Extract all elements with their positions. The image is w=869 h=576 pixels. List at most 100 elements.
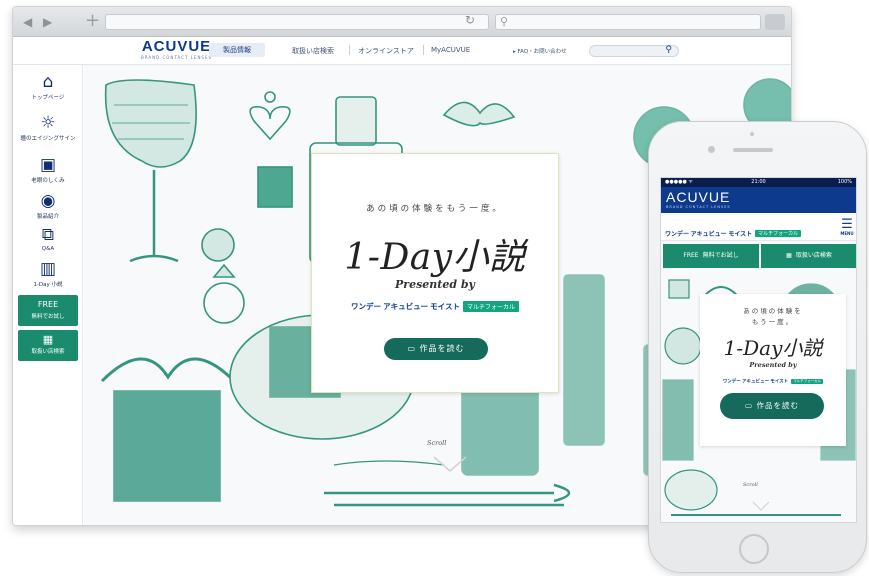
status-bar: ●●●●● ᯤ 21:00 100%	[661, 178, 856, 187]
phone-speaker	[733, 148, 773, 152]
new-tab-plus-icon[interactable]: +	[85, 10, 100, 31]
mobile-header: ACUVUE BRAND CONTACT LENSES	[661, 187, 856, 213]
product-logo: ワンデー アキュビュー モイスト マルチフォーカル	[665, 223, 802, 242]
gem-illustration	[257, 166, 293, 208]
product-name: ワンデー アキュビュー モイスト	[665, 232, 753, 238]
store-icon: ▦	[42, 333, 54, 346]
lightbulb-icon: ☼	[40, 113, 56, 133]
site-top-nav: ACUVUE BRAND CONTACT LENSES 製品情報 取扱い店検索 …	[13, 37, 791, 65]
film-icon: ▣	[39, 155, 57, 175]
nav-online-store[interactable]: オンラインストア	[358, 46, 414, 56]
fork-illustration	[324, 483, 571, 507]
product-badge: マルチフォーカル	[755, 230, 802, 237]
store-search-label: 取扱い店検索	[795, 252, 832, 259]
mobile-product-bar: ワンデー アキュビュー モイスト マルチフォーカル ☰ MENU	[661, 213, 856, 241]
product-badge: マルチフォーカル	[791, 379, 824, 384]
free-badge-icon: FREE	[37, 300, 59, 309]
free-trial-button[interactable]: FREE 無料でお試し	[663, 244, 759, 268]
mobile-cta-row: FREE 無料でお試し ▦ 取扱い店検索	[661, 244, 856, 268]
nav-faq-contact[interactable]: ▸ FAQ・お問い合わせ	[513, 47, 567, 55]
book-icon: ▭	[407, 344, 420, 353]
nav-divider	[349, 45, 350, 55]
hero-title: 1-Day小説	[344, 237, 526, 278]
phone-home-button[interactable]	[739, 534, 769, 564]
browser-toolbar: ◀ ▶ + ↻ ⚲	[13, 7, 791, 37]
hamburger-menu-icon: ☰	[841, 217, 853, 232]
sidebar-item-top[interactable]: ⌂ トップページ	[13, 72, 83, 101]
read-story-label: 作品を読む	[419, 344, 465, 353]
heart-pendant-illustration	[249, 105, 291, 141]
nav-store-search[interactable]: 取扱い店検索	[292, 46, 334, 56]
free-trial-label: 無料でお試し	[31, 314, 65, 320]
sidebar-item-presbyopia[interactable]: ▣ 老眼のしくみ	[13, 155, 83, 184]
sidebar-item-products[interactable]: ◉ 製品紹介	[13, 191, 83, 220]
store-search-button[interactable]: ▦ 取扱い店検索	[761, 244, 856, 268]
sidebar-item-aging-signs[interactable]: ☼ 瞳のエイジングサイン	[13, 113, 83, 142]
book-icon: ▥	[39, 259, 57, 279]
sidebar-item-label: 老眼のしくみ	[31, 178, 65, 184]
free-badge-icon: FREE	[683, 252, 699, 259]
read-story-button[interactable]: ▭ 作品を読む	[720, 393, 824, 419]
store-search-button[interactable]: ▦ 取扱い店検索	[18, 330, 78, 361]
scroll-indicator[interactable]: Scroll	[427, 439, 446, 447]
product-name: ワンデー アキュビュー モイスト	[351, 302, 460, 311]
browser-menu-button[interactable]	[765, 14, 785, 30]
reload-icon[interactable]: ↻	[465, 13, 475, 27]
sidebar-item-label: 製品紹介	[36, 214, 59, 220]
search-icon[interactable]: ⚲	[665, 45, 672, 55]
logo-text: ACUVUE	[666, 189, 731, 205]
search-icon: ⚲	[500, 15, 509, 28]
hero-tagline: あの頃の体験を もう一度。	[700, 306, 846, 328]
free-trial-label: 無料でお試し	[702, 252, 739, 259]
chat-icon: ⧉	[41, 225, 55, 245]
eye-icon: ◉	[40, 191, 56, 211]
sidebar-item-novel[interactable]: ▥ 1-Day 小説	[13, 259, 83, 288]
presented-by-text: Presented by	[395, 278, 475, 291]
browser-search-field[interactable]: ⚲	[495, 14, 761, 30]
mobile-phone-frame: ●●●●● ᯤ 21:00 100% ACUVUE BRAND CONTACT …	[648, 121, 867, 573]
menu-label: MENU	[840, 231, 854, 236]
presented-by-text: Presented by	[749, 361, 797, 369]
wine-glass-illustration	[104, 79, 197, 168]
acuvue-logo[interactable]: ACUVUE BRAND CONTACT LENSES	[141, 39, 213, 61]
phone-camera	[708, 146, 715, 153]
menu-button[interactable]: ☰ MENU	[837, 217, 856, 236]
novel-title-card: あの頃の体験をもう一度。 1-Day小説 Presented by ワンデー ア…	[311, 153, 559, 393]
logo-subtext: BRAND CONTACT LENSES	[141, 55, 213, 60]
left-sidebar: ⌂ トップページ ☼ 瞳のエイジングサイン ▣ 老眼のしくみ ◉ 製品紹介 ⧉ …	[13, 65, 83, 525]
gift-box-illustration	[113, 390, 221, 502]
perfume-bottle-illustration	[335, 96, 377, 146]
hero-tagline-line2: もう一度。	[751, 318, 795, 326]
status-time: 21:00	[751, 179, 766, 185]
back-arrow-icon[interactable]: ◀	[23, 15, 32, 29]
sidebar-item-label: 1-Day 小説	[33, 282, 63, 288]
site-search-input[interactable]: ⚲	[589, 45, 679, 57]
hero-title: 1-Day小説	[723, 336, 823, 360]
product-logo: ワンデー アキュビュー モイスト マルチフォーカル	[312, 296, 558, 315]
acuvue-logo[interactable]: ACUVUE BRAND CONTACT LENSES	[666, 189, 731, 210]
book-icon: ▭	[745, 401, 757, 410]
home-icon: ⌂	[42, 72, 54, 92]
product-logo: ワンデー アキュビュー モイスト マルチフォーカル	[700, 371, 846, 390]
store-search-label: 取扱い店検索	[31, 349, 65, 355]
mobile-screen: ●●●●● ᯤ 21:00 100% ACUVUE BRAND CONTACT …	[660, 177, 857, 523]
store-icon: ▦	[786, 252, 792, 259]
battery-indicator: 100%	[837, 179, 852, 185]
hero-tagline: あの頃の体験をもう一度。	[366, 204, 504, 214]
product-badge: マルチフォーカル	[462, 301, 519, 312]
nav-myacuvue[interactable]: MyACUVUE	[431, 46, 470, 54]
address-bar[interactable]	[105, 14, 489, 30]
forward-arrow-icon[interactable]: ▶	[43, 15, 52, 29]
read-story-button[interactable]: ▭ 作品を読む	[384, 338, 488, 360]
sidebar-item-label: 瞳のエイジングサイン	[20, 136, 76, 142]
logo-subtext: BRAND CONTACT LENSES	[666, 205, 731, 209]
sidebar-item-qa[interactable]: ⧉ Q&A	[13, 225, 83, 252]
product-name: ワンデー アキュビュー モイスト	[722, 378, 789, 384]
hero-tagline-line1: あの頃の体験を	[743, 307, 803, 315]
read-story-label: 作品を読む	[756, 401, 799, 410]
nav-products[interactable]: 製品情報	[209, 43, 265, 57]
free-trial-button[interactable]: FREE 無料でお試し	[18, 295, 78, 326]
sidebar-item-label: Q&A	[41, 246, 55, 252]
sidebar-item-label: トップページ	[31, 95, 65, 101]
scroll-indicator[interactable]: Scroll	[743, 482, 758, 488]
